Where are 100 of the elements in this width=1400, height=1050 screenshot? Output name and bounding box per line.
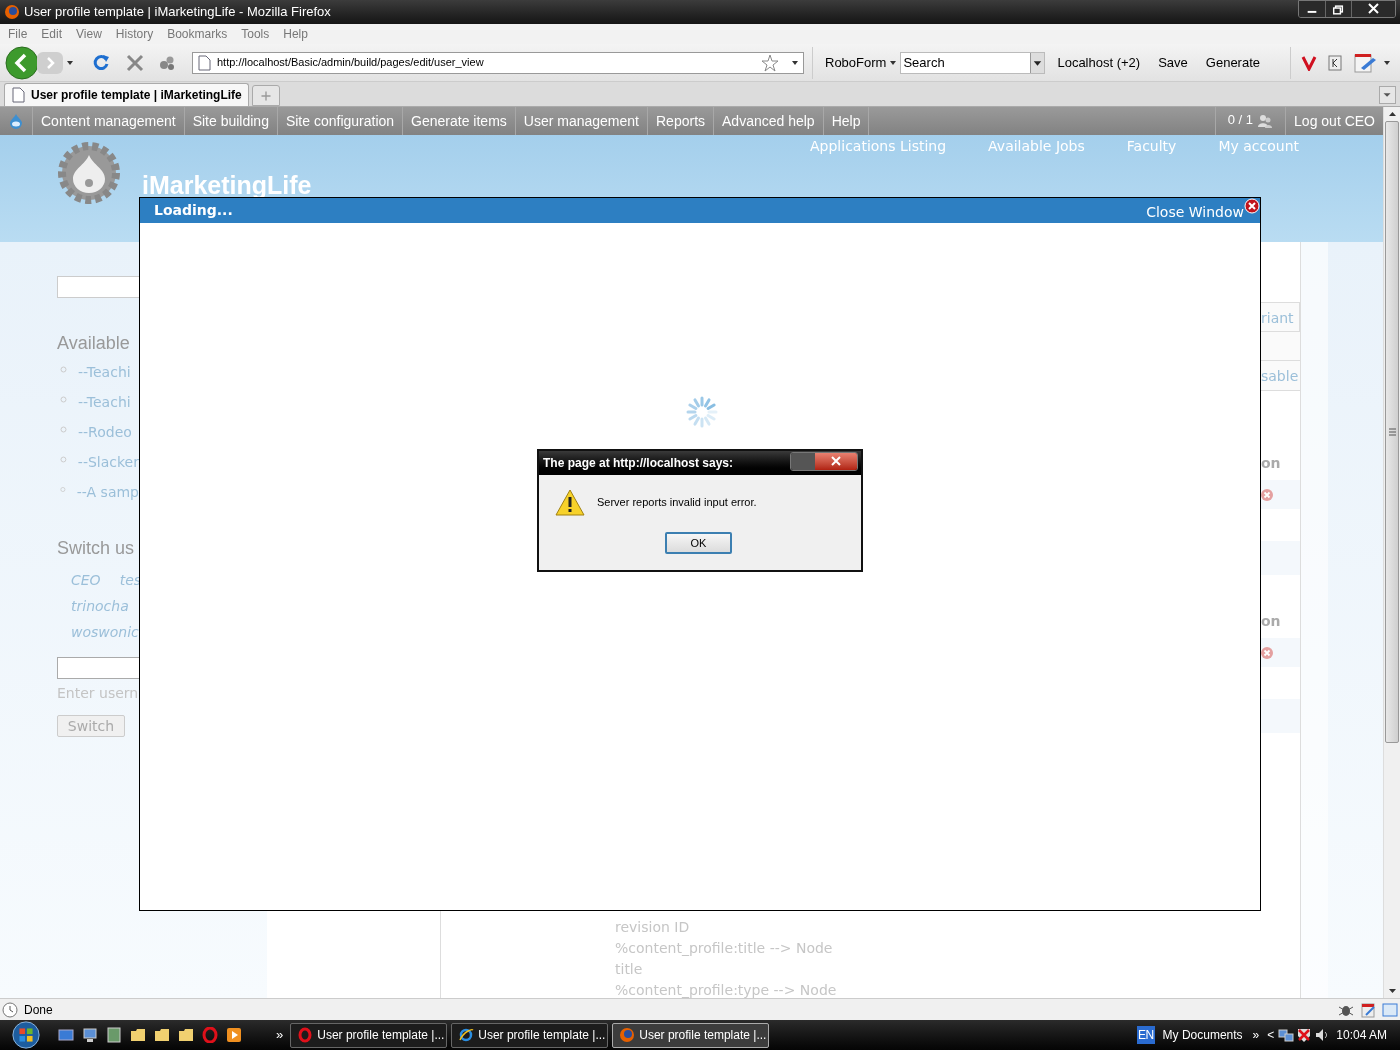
remove-icon[interactable] [1260,487,1274,502]
window-title: User profile template | iMarketingLife - Mozilla Firefox [24,3,331,22]
loading-spinner [686,396,718,428]
grip-icon [1388,428,1396,436]
menu-item[interactable]: View [76,25,102,43]
column-heading: on [1261,612,1282,631]
browser-tab[interactable]: User profile template | iMarketingLife [4,83,249,106]
list-link[interactable]: --Rodeo [78,422,132,443]
toolbar-button[interactable]: Save [1158,52,1188,73]
user-link[interactable]: CEO [71,570,101,591]
search-input[interactable] [57,276,139,298]
clock-icon [2,1001,18,1018]
star-icon[interactable] [761,53,779,72]
scroll-thumb[interactable] [1385,121,1399,743]
roboform-button[interactable]: RoboForm [825,52,897,73]
taskbar-button[interactable]: User profile template |... [290,1022,448,1048]
users-icon [1257,114,1274,128]
browser-icon [4,4,20,20]
notepad-icon[interactable] [1353,51,1377,74]
username-input[interactable] [57,657,139,679]
admin-menu-item[interactable]: Generate items [403,110,515,132]
close-button[interactable] [815,453,857,470]
clock-text: 10:04 AM [1336,1027,1387,1044]
dialog-title: The page at http://localhost says: [543,455,734,472]
notepad-icon[interactable] [1360,1001,1376,1018]
shield-icon[interactable] [1296,1027,1313,1043]
stop-button[interactable] [126,53,144,72]
list-link[interactable]: --Slacker [77,452,139,473]
admin-menu-item[interactable]: Help [823,110,869,132]
toolbar-label[interactable]: My Documents [1162,1026,1243,1044]
gear-drop-logo[interactable] [57,141,121,205]
opera-icon[interactable] [202,1027,218,1043]
admin-menu-item[interactable]: Site building [184,110,277,132]
modal-title: Loading... [154,201,233,220]
more-button[interactable]: » [1252,1026,1260,1044]
user-link[interactable]: trinocha [71,596,129,617]
admin-menu-item[interactable]: Advanced help [714,110,823,132]
address-bar[interactable]: http://localhost/Basic/admin/build/pages/edit/user_view [192,51,804,74]
admin-menu-item[interactable]: Reports [648,110,714,132]
bullet-icon [60,426,67,433]
url-text: http://localhost/Basic/admin/build/pages/edit/user_view [217,55,485,71]
media-icon[interactable] [226,1027,242,1043]
back-button[interactable] [5,45,39,80]
logout-link[interactable]: Log out CEO [1286,110,1383,132]
search-field[interactable]: Search [900,51,1046,74]
user-link[interactable]: woswonic [71,622,139,643]
close-button[interactable] [1352,1,1395,17]
close-window-button[interactable]: Close Window [1146,198,1260,223]
nodes-icon[interactable] [159,54,175,71]
toolbar-button[interactable]: Generate [1205,52,1260,73]
remove-icon[interactable] [1260,645,1274,660]
drop-icon[interactable] [8,113,24,129]
field-description: Enter usern [57,684,139,703]
reload-button[interactable] [91,52,111,73]
list-link[interactable]: --A samp [76,482,139,503]
dropdown-icon[interactable] [1030,52,1045,73]
document-icon[interactable] [106,1027,122,1043]
computer-icon[interactable] [82,1027,98,1043]
ok-button[interactable]: OK [665,532,732,554]
taskbar-button[interactable]: User profile template |... [451,1022,609,1048]
tab-link[interactable]: sable [1261,361,1300,391]
expand-tray-button[interactable]: < [1267,1026,1275,1044]
dropdown-icon[interactable] [791,58,799,67]
desktop-icon[interactable] [58,1027,74,1043]
menu-item[interactable]: Edit [41,25,63,43]
folder-icon[interactable] [154,1027,170,1043]
column-heading: on [1261,454,1282,473]
minimize-button[interactable] [1299,1,1326,17]
status-text: Done [24,1001,53,1019]
user-counter: 0 / 1 [1226,111,1254,129]
dropdown-icon [890,59,897,66]
warning-icon [555,489,585,516]
admin-menu-item[interactable]: User management [515,110,647,132]
network-icon[interactable] [1278,1027,1295,1043]
tab-link[interactable]: riant [1261,302,1300,332]
menu-item[interactable]: File [8,25,28,43]
admin-menu-item[interactable]: Content management [33,110,184,132]
folder-icon[interactable] [130,1027,146,1043]
mapping-text: %content_profile:title --> Node [615,939,834,958]
page-icon [11,87,25,103]
menu-item[interactable]: Help [283,25,308,43]
more-button[interactable]: » [276,1025,284,1045]
language-indicator[interactable]: EN [1137,1026,1155,1044]
dialog-message: Server reports invalid input error. [597,495,757,510]
dropdown-icon[interactable] [1383,58,1391,67]
toolbar-button[interactable]: Localhost (+2) [1057,52,1141,73]
bullet-icon [60,456,67,463]
menu-item[interactable]: Tools [241,25,270,43]
scrollbar[interactable] [1383,107,1400,998]
list-link[interactable]: --Teachi [78,392,131,413]
switch-button[interactable]: Switch [57,715,125,737]
section-heading: Available [57,332,131,355]
menu-item[interactable]: History [115,25,154,43]
admin-menu-item[interactable]: Site configuration [277,110,403,132]
restore-button[interactable] [1326,1,1352,17]
folder-icon[interactable] [178,1027,194,1043]
bullet-icon [60,486,66,493]
menu-item[interactable]: Bookmarks [167,25,228,43]
list-link[interactable]: --Teachi [78,362,131,383]
taskbar-button[interactable]: User profile template |... [612,1022,770,1048]
